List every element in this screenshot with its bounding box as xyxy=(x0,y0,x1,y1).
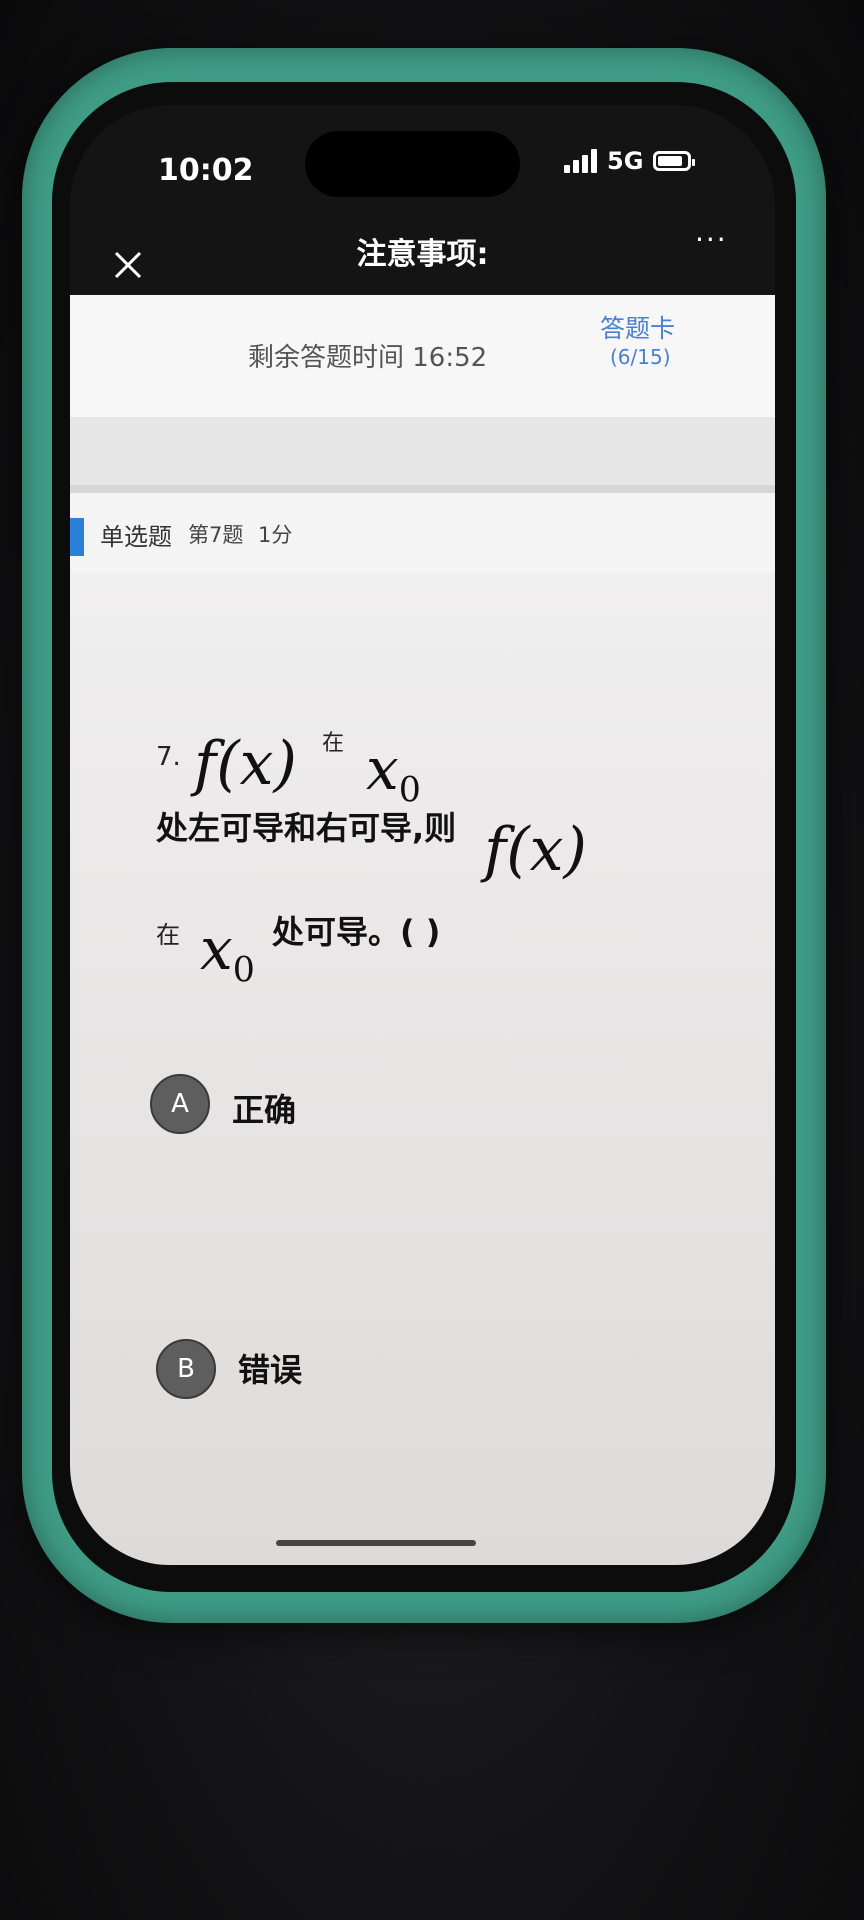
question-header: 单选题 第7题 1分 xyxy=(70,493,775,573)
question-index: 7. xyxy=(156,742,181,772)
word-zai: 在 xyxy=(322,731,345,756)
divider xyxy=(70,485,775,493)
option-b-label[interactable]: 错误 xyxy=(238,1345,302,1391)
option-a-label[interactable]: 正确 xyxy=(232,1085,296,1131)
battery-icon xyxy=(653,151,696,171)
option-b-circle[interactable]: B xyxy=(156,1339,216,1399)
more-icon[interactable]: ··· xyxy=(695,223,728,256)
question-type: 单选题 xyxy=(100,523,172,551)
option-a-circle[interactable]: A xyxy=(150,1074,210,1134)
page-title: 注意事项: xyxy=(356,237,489,272)
exam-content: 剩余答题时间 16:52 答题卡 (6/15) 单选题 第7题 1分 7. f(… xyxy=(70,295,775,1565)
variable-x0: x0 xyxy=(366,735,421,811)
question-line-2: 处左可导和右可导,则 xyxy=(156,809,457,847)
question-type-marker xyxy=(70,518,84,556)
signal-icon xyxy=(564,149,597,173)
question-score: 1分 xyxy=(258,523,293,547)
home-indicator[interactable] xyxy=(276,1540,476,1546)
question-number: 第7题 xyxy=(188,523,244,547)
question-line-3: 处可导。( ) xyxy=(272,913,441,951)
function-fx: f(x) xyxy=(194,729,297,799)
word-zai-2: 在 xyxy=(156,921,180,949)
dynamic-island xyxy=(305,131,520,197)
status-indicators: 5G xyxy=(564,147,696,175)
answer-card-button[interactable]: 答题卡 xyxy=(600,309,675,345)
phone-screen: 10:02 5G 注意事项: ··· 剩余答题时间 16:52 答题卡 (6/1… xyxy=(70,105,775,1565)
timer-bar: 剩余答题时间 16:52 答题卡 (6/15) xyxy=(70,295,775,418)
status-time: 10:02 xyxy=(158,153,254,188)
function-fx-2: f(x) xyxy=(484,815,587,885)
answer-card-count: (6/15) xyxy=(610,345,671,369)
variable-x0-2: x0 xyxy=(200,915,255,991)
remaining-time: 剩余答题时间 16:52 xyxy=(248,343,488,373)
network-label: 5G xyxy=(607,147,644,175)
spacer-band xyxy=(70,417,775,485)
